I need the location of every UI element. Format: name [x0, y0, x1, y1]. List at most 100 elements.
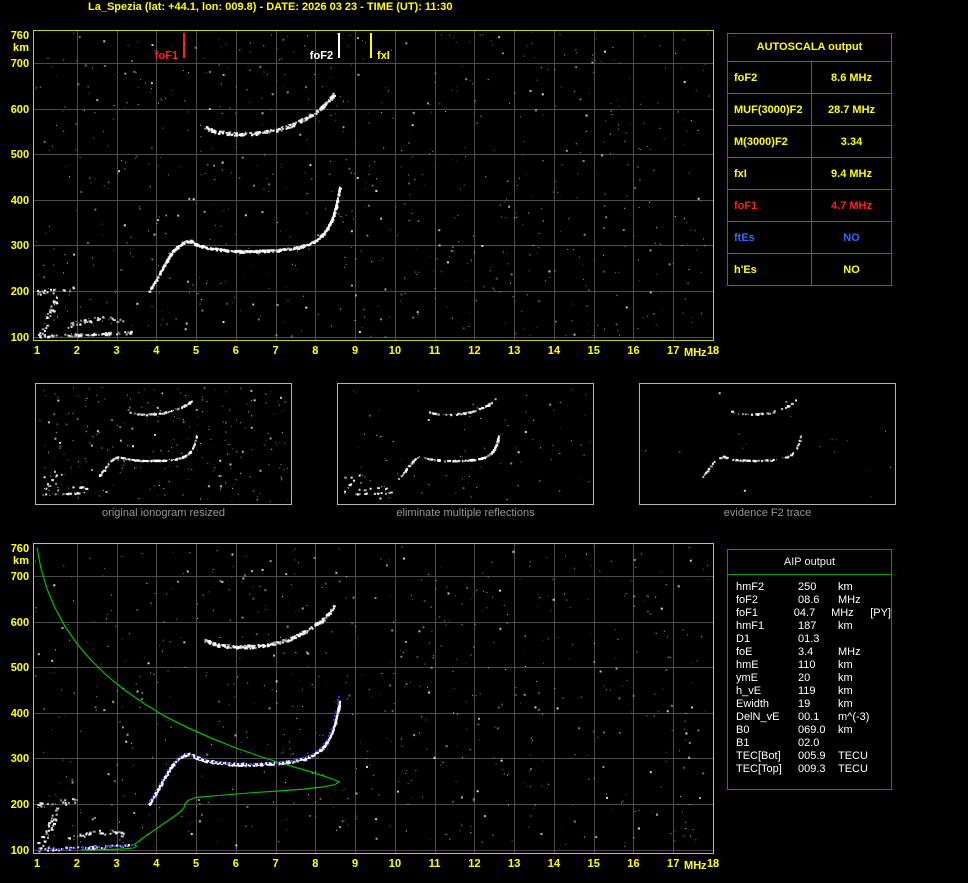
autoscala-param-label: fxI	[728, 158, 812, 189]
aip-label: h_vE	[736, 685, 762, 697]
aip-row-b0: B0 069.0 km	[736, 724, 891, 737]
aip-note	[880, 659, 891, 672]
aip-row-fof2: foF2 08.6 MHz	[736, 594, 891, 607]
aip-label: hmF1	[736, 620, 765, 632]
autoscala-param-value: 4.7 MHz	[831, 199, 872, 212]
aip-label: ymE	[736, 672, 758, 684]
station-title: La_Spezia (lat: +44.1, lon: 009.8) - DAT…	[88, 1, 453, 13]
autoscala-param-label: M(3000)F2	[728, 126, 812, 157]
autoscala-param-label: ftEs	[728, 222, 812, 253]
aip-note	[880, 685, 891, 698]
aip-unit: TECU	[838, 750, 868, 762]
aip-label: B0	[736, 724, 750, 736]
aip-unit: km	[838, 724, 853, 736]
aip-note	[880, 763, 891, 776]
aip-value: 02.0	[798, 737, 820, 749]
aip-label: Ewidth	[736, 698, 770, 710]
restored-ionogram-plot	[0, 541, 720, 877]
autoscala-row-hes: h'Es NO	[728, 254, 891, 285]
aip-label: hmE	[736, 659, 759, 671]
thumbnail-evidence-f2	[639, 383, 896, 505]
aip-label: foE	[736, 646, 753, 658]
aip-unit: km	[838, 698, 853, 710]
thumbnail-evidence-canvas	[640, 384, 895, 504]
aip-note	[880, 750, 891, 763]
autoscala-param-label: foF2	[728, 62, 812, 93]
aip-note	[880, 698, 891, 711]
aip-unit: km	[838, 581, 853, 593]
aip-label: TEC[Top]	[736, 763, 782, 775]
aip-value: 187	[798, 620, 817, 632]
aip-row-hmf1: hmF1 187 km	[736, 620, 891, 633]
aip-note: [PY]	[870, 607, 891, 619]
thumbnail-caption-eliminate: eliminate multiple reflections	[396, 507, 535, 519]
aip-note	[880, 633, 891, 646]
aip-value: 19	[798, 698, 811, 710]
aip-note	[880, 724, 891, 737]
thumbnail-eliminate-reflections	[337, 383, 594, 505]
aip-label: B1	[736, 737, 750, 749]
autoscala-row-ftes: ftEs NO	[728, 222, 891, 254]
aip-unit: m^(-3)	[838, 711, 870, 723]
aip-row-b1: B1 02.0	[736, 737, 891, 750]
aip-value: 20	[798, 672, 811, 684]
aip-value: 04.7	[793, 607, 816, 619]
aip-value: 250	[798, 581, 817, 593]
aip-label: foF2	[736, 594, 759, 606]
aip-value: 01.3	[798, 633, 820, 645]
aip-rows: hmF2 250 km foF2 08.6 MHz foF1 04.7 MHz [PY] hmF1 1…	[728, 575, 891, 776]
aip-unit: MHz	[838, 646, 861, 658]
measured-ionogram-plot	[0, 28, 720, 364]
thumbnail-caption-original: original ionogram resized	[102, 507, 225, 519]
autoscala-param-value: NO	[843, 263, 860, 276]
aip-unit	[838, 633, 880, 646]
aip-unit: TECU	[838, 763, 868, 775]
aip-row-tecbot: TEC[Bot] 005.9 TECU	[736, 750, 891, 763]
aip-note	[880, 620, 891, 633]
aip-output-panel: AIP output hmF2 250 km foF2 08.6 MHz foF1 04.7 M…	[727, 549, 892, 790]
autoscala-param-value: 8.6 MHz	[831, 71, 872, 84]
autoscala-param-value: 3.34	[840, 135, 863, 148]
aip-row-foe: foE 3.4 MHz	[736, 646, 891, 659]
aip-note	[880, 594, 891, 607]
aip-label: foF1	[736, 607, 759, 619]
thumbnail-original-ionogram	[35, 383, 292, 505]
aip-note	[880, 711, 891, 724]
aip-label: TEC[Bot]	[736, 750, 781, 762]
autoscala-output-header: AUTOSCALA output	[728, 34, 891, 62]
aip-unit: km	[838, 620, 853, 632]
aip-value: 3.4	[798, 646, 814, 658]
autoscala-row-fof2: foF2 8.6 MHz	[728, 62, 891, 94]
autoscala-param-value: 28.7 MHz	[827, 103, 876, 116]
autoscala-output-panel: AUTOSCALA output foF2 8.6 MHz MUF(3000)F2 2…	[727, 33, 892, 286]
aip-label: DelN_vE	[736, 711, 780, 723]
aip-output-header: AIP output	[728, 550, 891, 575]
autoscala-row-m3000f2: M(3000)F2 3.34	[728, 126, 891, 158]
autoscala-row-fxi: fxI 9.4 MHz	[728, 158, 891, 190]
aip-label: hmF2	[736, 581, 765, 593]
aip-row-hmf2: hmF2 250 km	[736, 581, 891, 594]
autoscala-screen: La_Spezia (lat: +44.1, lon: 009.8) - DAT…	[0, 0, 968, 883]
aip-row-hve: h_vE 119 km	[736, 685, 891, 698]
aip-unit: MHz	[838, 594, 861, 606]
aip-value: 009.3	[798, 763, 826, 775]
aip-row-yme: ymE 20 km	[736, 672, 891, 685]
aip-row-hme: hmE 110 km	[736, 659, 891, 672]
aip-unit: km	[838, 685, 853, 697]
aip-value: 005.9	[798, 750, 826, 762]
thumbnail-eliminate-canvas	[338, 384, 593, 504]
autoscala-param-value: 9.4 MHz	[831, 167, 872, 180]
aip-note	[880, 581, 891, 594]
aip-note	[880, 737, 891, 750]
aip-value: 069.0	[798, 724, 826, 736]
aip-row-fof1: foF1 04.7 MHz [PY]	[736, 607, 891, 620]
aip-note	[880, 672, 891, 685]
aip-value: 00.1	[798, 711, 820, 723]
autoscala-param-label: h'Es	[728, 254, 812, 285]
autoscala-param-value: NO	[843, 231, 860, 244]
aip-row-ewidth: Ewidth 19 km	[736, 698, 891, 711]
aip-row-tectop: TEC[Top] 009.3 TECU	[736, 763, 891, 776]
autoscala-param-label: foF1	[728, 190, 812, 221]
aip-row-d1: D1 01.3	[736, 633, 891, 646]
aip-note	[880, 646, 891, 659]
